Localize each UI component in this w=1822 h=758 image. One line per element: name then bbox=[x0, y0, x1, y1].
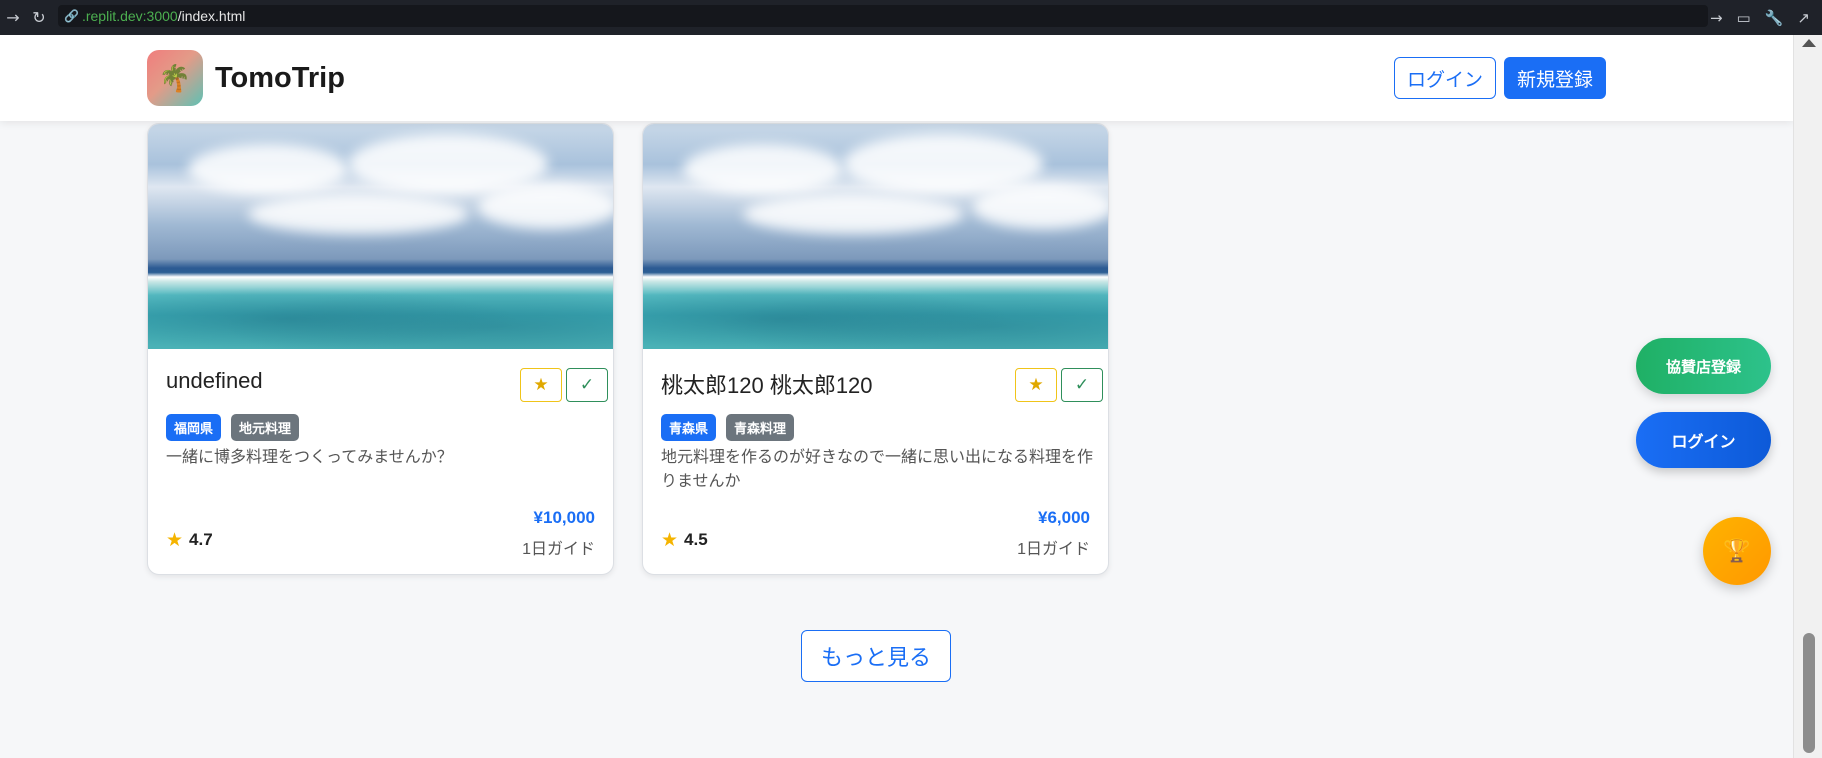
brand-name[interactable]: TomoTrip bbox=[215, 62, 345, 95]
card-title: 桃太郎120 桃太郎120 bbox=[661, 373, 873, 398]
scrollbar-thumb[interactable] bbox=[1803, 633, 1815, 753]
forward-arrow-icon[interactable]: → bbox=[0, 8, 26, 27]
guide-card[interactable]: undefined ★ ✓ 福岡県 地元料理 一緒に博多料理をつくってみませんか… bbox=[147, 123, 614, 575]
prefecture-tag: 青森県 bbox=[661, 414, 717, 441]
url-path: /index.html bbox=[177, 8, 246, 24]
site-header: 🌴 TomoTrip ログイン 新規登録 bbox=[0, 35, 1793, 121]
address-bar[interactable]: 🔗 .replit.dev:3000 /index.html bbox=[58, 5, 1708, 27]
scrollbar[interactable] bbox=[1793, 35, 1822, 758]
bookmark-check-icon[interactable]: ✓ bbox=[566, 368, 608, 402]
card-rating: ★ 4.5 bbox=[661, 529, 708, 551]
url-domain: .replit.dev:3000 bbox=[81, 8, 178, 24]
favorite-star-icon[interactable]: ★ bbox=[1015, 368, 1057, 402]
favorite-star-icon[interactable]: ★ bbox=[520, 368, 562, 402]
rating-value: 4.7 bbox=[189, 530, 213, 549]
card-price: ¥10,000 bbox=[533, 508, 595, 527]
scroll-up-arrow-icon[interactable] bbox=[1802, 39, 1816, 47]
card-duration: 1日ガイド bbox=[1017, 541, 1090, 558]
monitor-icon[interactable]: ▭ bbox=[1737, 9, 1751, 27]
browser-toolbar: → ↻ 🔗 .replit.dev:3000 /index.html → ▭ 🔧… bbox=[0, 0, 1822, 35]
star-icon: ★ bbox=[661, 529, 679, 551]
reload-icon[interactable]: ↻ bbox=[26, 8, 52, 27]
guide-card[interactable]: 桃太郎120 桃太郎120 ★ ✓ 青森県 青森料理 地元料理を作るのが好きなの… bbox=[642, 123, 1109, 575]
card-title: undefined bbox=[166, 368, 263, 393]
card-duration: 1日ガイド bbox=[522, 541, 595, 558]
card-description: 地元料理を作るのが好きなので一緒に思い出になる料理を作りませんか bbox=[661, 449, 1094, 490]
trophy-icon[interactable]: 🏆 bbox=[1703, 517, 1771, 585]
category-tag: 青森料理 bbox=[726, 414, 795, 441]
wrench-icon[interactable]: 🔧 bbox=[1765, 9, 1784, 27]
page-viewport: 🌴 TomoTrip ログイン 新規登録 undefined ★ ✓ 福岡県 地… bbox=[0, 35, 1793, 758]
signup-button[interactable]: 新規登録 bbox=[1504, 57, 1606, 99]
category-tag: 地元料理 bbox=[231, 414, 300, 441]
card-price: ¥6,000 bbox=[1038, 508, 1090, 527]
card-image bbox=[148, 124, 613, 349]
login-button[interactable]: ログイン bbox=[1394, 57, 1496, 99]
star-icon: ★ bbox=[166, 529, 184, 551]
link-icon: 🔗 bbox=[64, 9, 79, 23]
external-link-icon[interactable]: ↗ bbox=[1797, 9, 1810, 27]
rating-value: 4.5 bbox=[684, 530, 708, 549]
logo[interactable]: 🌴 bbox=[147, 50, 203, 106]
bookmark-check-icon[interactable]: ✓ bbox=[1061, 368, 1103, 402]
floating-login-button[interactable]: ログイン bbox=[1636, 412, 1771, 468]
load-more-button[interactable]: もっと見る bbox=[801, 630, 951, 682]
card-rating: ★ 4.7 bbox=[166, 529, 213, 551]
card-image bbox=[643, 124, 1108, 349]
go-arrow-icon[interactable]: → bbox=[1710, 9, 1723, 27]
palm-tree-icon: 🌴 bbox=[158, 62, 192, 93]
sponsor-register-button[interactable]: 協賛店登録 bbox=[1636, 338, 1771, 394]
prefecture-tag: 福岡県 bbox=[166, 414, 222, 441]
card-description: 一緒に博多料理をつくってみませんか？ bbox=[166, 449, 453, 466]
